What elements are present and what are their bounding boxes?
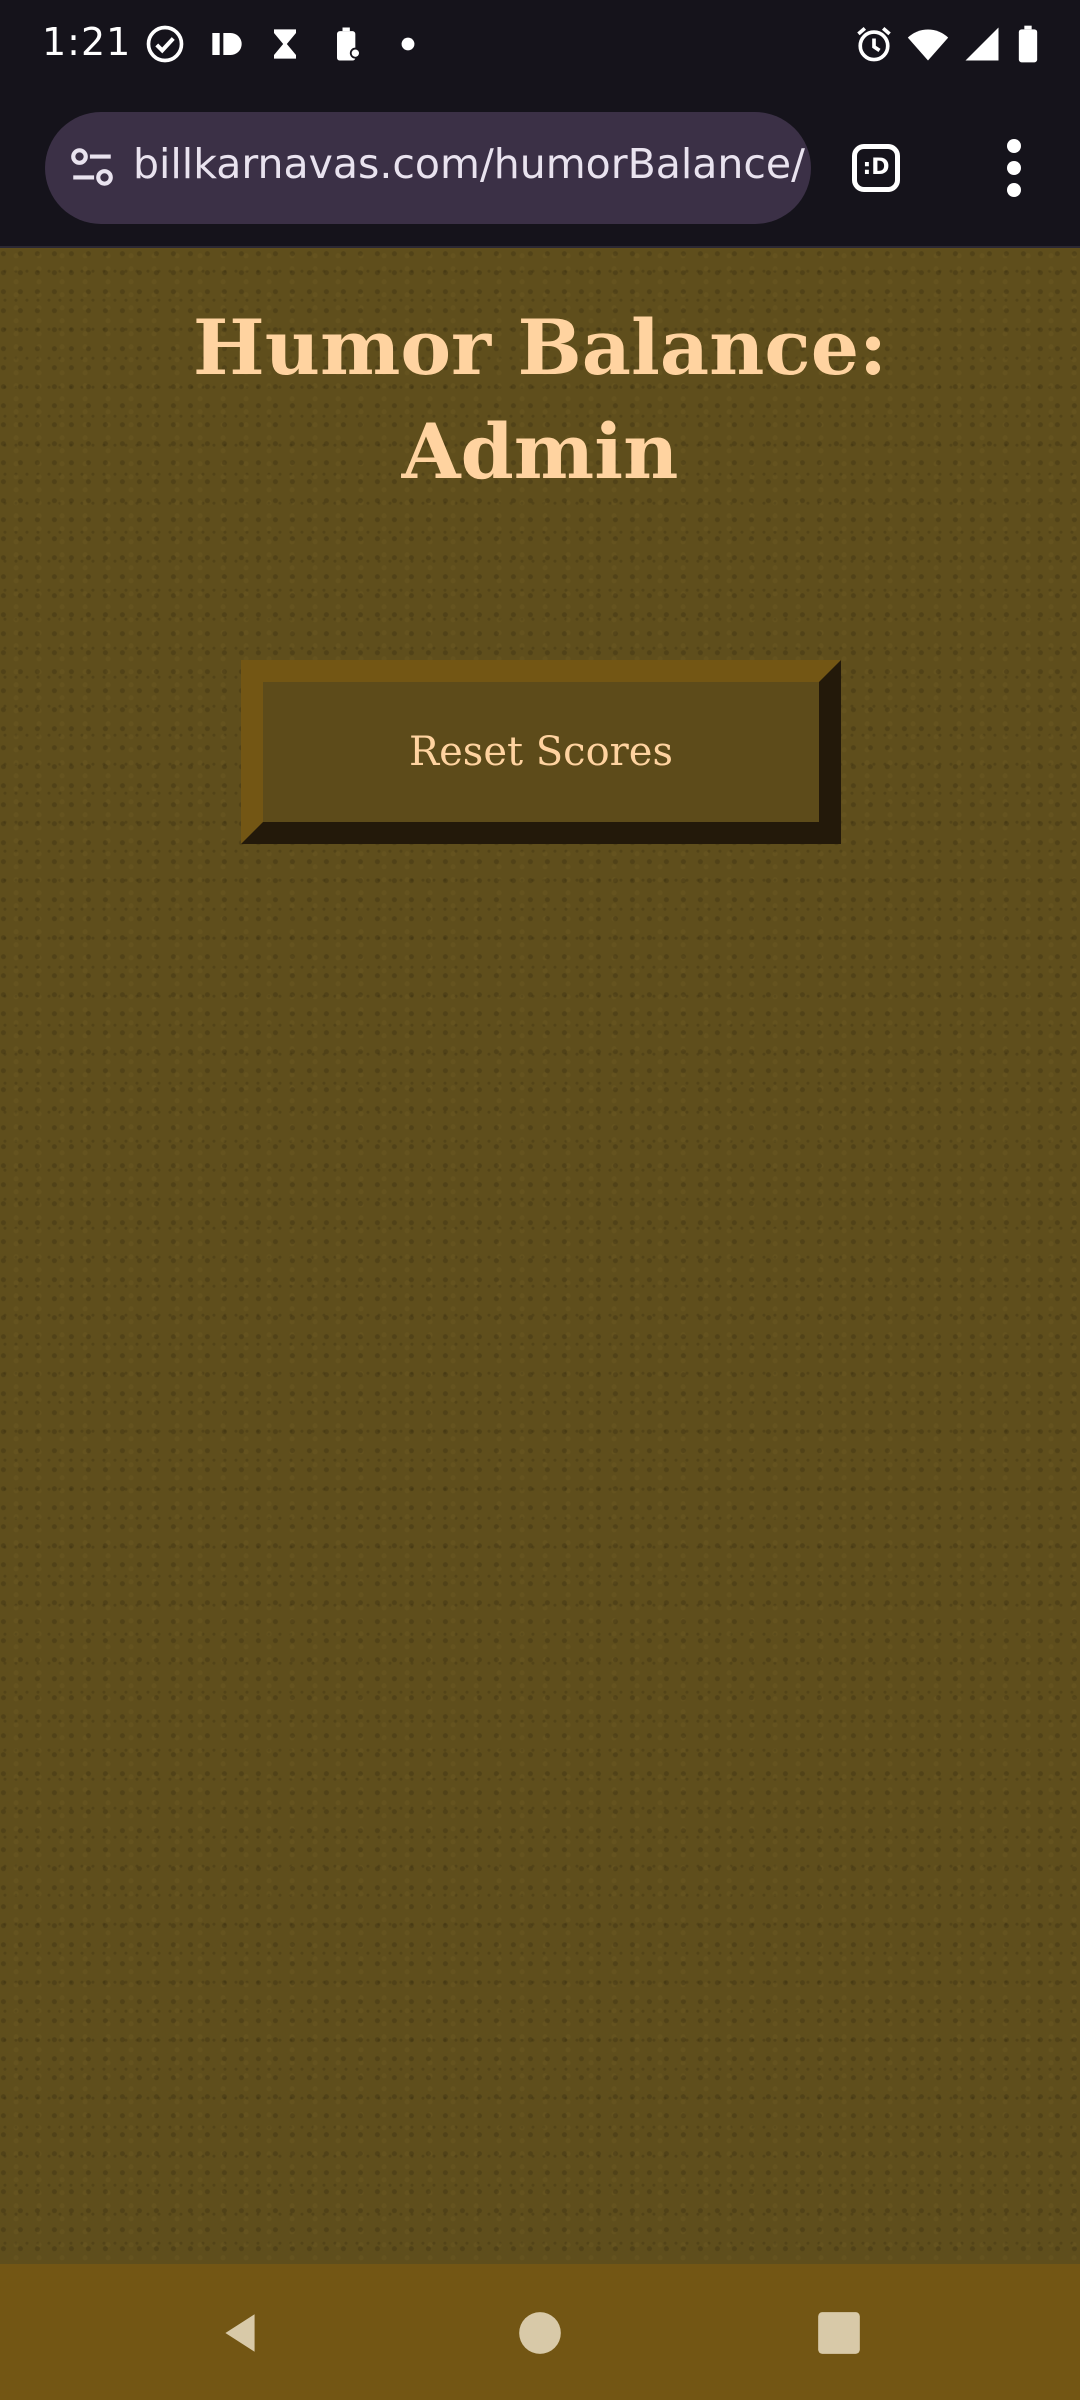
signal-icon bbox=[960, 22, 1004, 66]
site-settings-icon[interactable] bbox=[67, 142, 117, 192]
home-icon[interactable] bbox=[515, 2308, 565, 2358]
back-icon[interactable] bbox=[215, 2308, 265, 2358]
tab-switcher-button[interactable]: :D bbox=[852, 144, 900, 192]
more-options-icon[interactable] bbox=[994, 136, 1034, 200]
page-content: Humor Balance: Admin Reset Scores bbox=[0, 248, 1080, 2264]
status-bar: 1:21 bbox=[0, 0, 1080, 92]
check-circle-icon bbox=[143, 22, 187, 66]
alarm-icon bbox=[852, 22, 896, 66]
status-time: 1:21 bbox=[42, 20, 132, 64]
navigation-bar bbox=[0, 2264, 1080, 2400]
url-bar[interactable]: billkarnavas.com/humorBalance/ bbox=[45, 112, 811, 224]
wifi-icon bbox=[906, 22, 950, 66]
app-badge-icon bbox=[205, 22, 249, 66]
browser-toolbar: billkarnavas.com/humorBalance/ :D bbox=[0, 92, 1080, 248]
page-title: Humor Balance: Admin bbox=[192, 303, 888, 496]
hourglass-icon bbox=[263, 22, 307, 66]
battery-saver-icon bbox=[326, 22, 370, 66]
reset-scores-button[interactable]: Reset Scores bbox=[241, 660, 841, 844]
dot-icon bbox=[386, 22, 430, 66]
battery-icon bbox=[1006, 22, 1050, 66]
recents-icon[interactable] bbox=[814, 2308, 864, 2358]
url-text[interactable]: billkarnavas.com/humorBalance/ bbox=[133, 140, 811, 188]
